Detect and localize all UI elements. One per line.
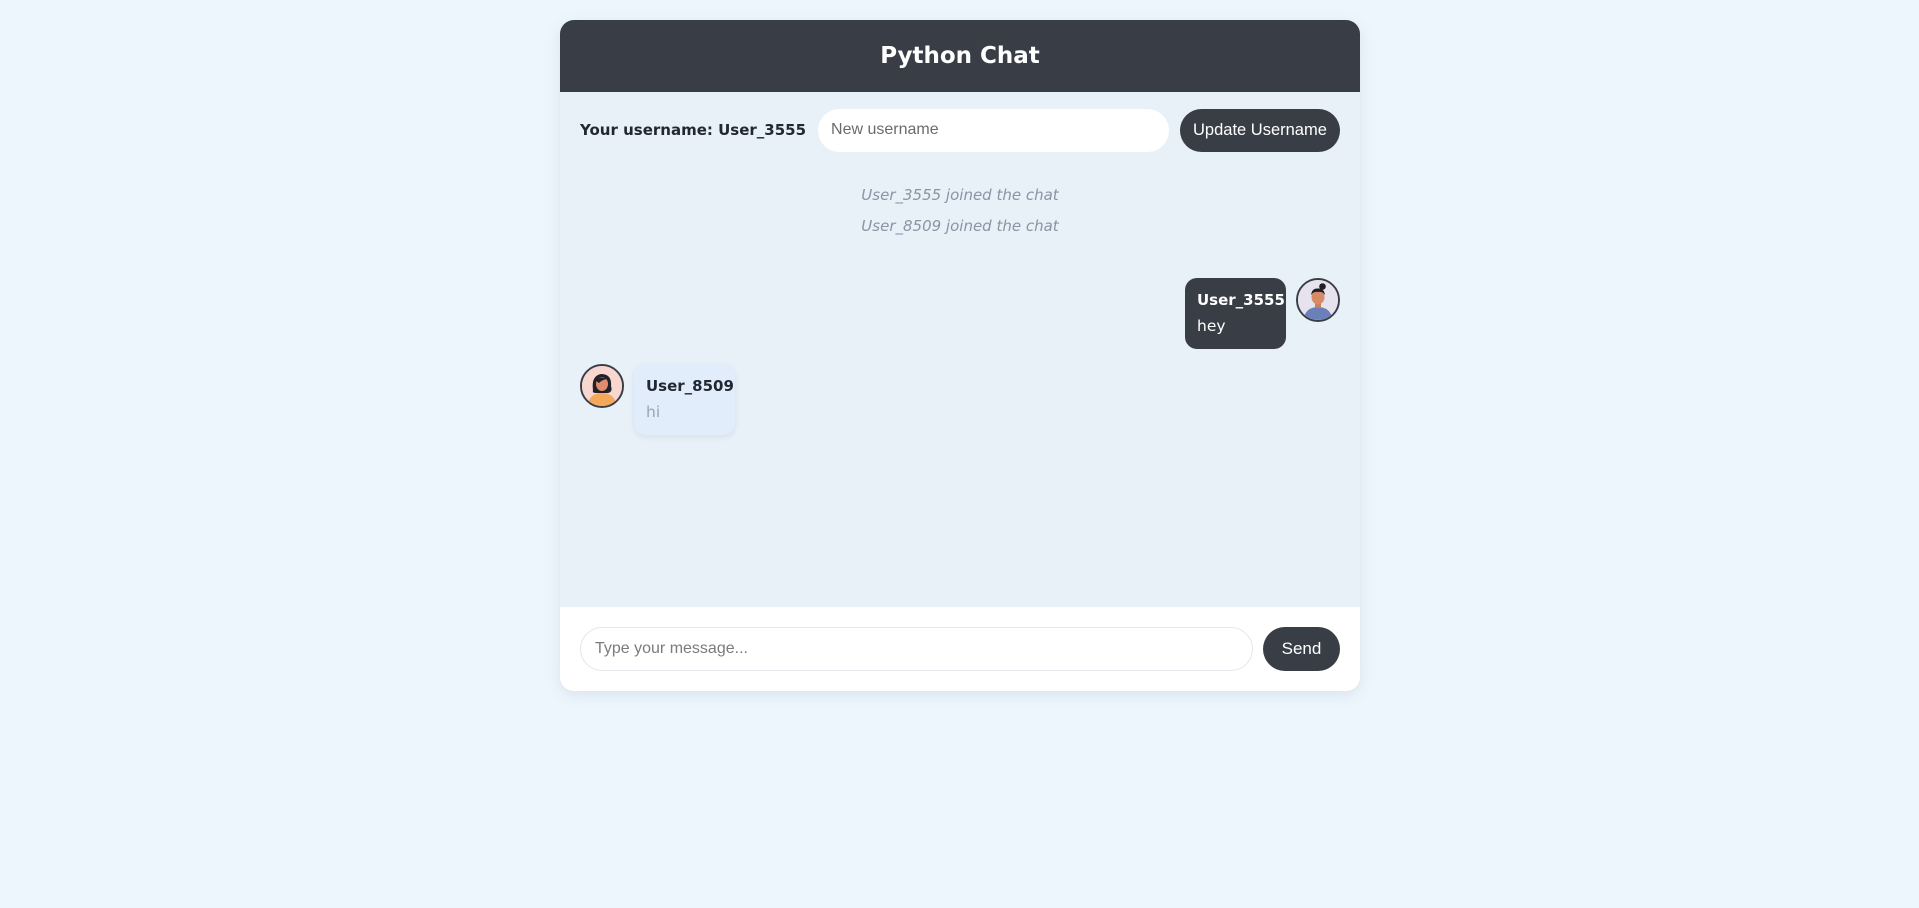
message-text: hi xyxy=(646,403,661,421)
message-input[interactable] xyxy=(580,627,1253,671)
system-message: User_8509 joined the chat xyxy=(861,217,1059,235)
new-username-input[interactable] xyxy=(818,108,1169,152)
woman-avatar-icon xyxy=(580,364,624,408)
username-bar: Your username: User_3555 Update Username xyxy=(560,92,1360,168)
message-list: User_3555 joined the chat User_8509 join… xyxy=(560,168,1360,627)
page-title: Python Chat xyxy=(880,43,1040,69)
man-avatar-icon xyxy=(1296,278,1340,322)
message-composer: Send xyxy=(560,607,1360,691)
message-username: User_3555 xyxy=(1197,291,1285,309)
chat-header: Python Chat xyxy=(560,20,1360,92)
current-username-label: Your username: User_3555 xyxy=(580,121,807,139)
message-username: User_8509 xyxy=(646,377,734,395)
incoming-message-bubble: User_8509 hi xyxy=(634,364,735,435)
system-message: User_3555 joined the chat xyxy=(861,186,1059,204)
send-button[interactable]: Send xyxy=(1263,627,1340,671)
message-text: hey xyxy=(1197,317,1226,335)
update-username-button[interactable]: Update Username xyxy=(1179,108,1340,152)
chat-window: Python Chat Your username: User_3555 Upd… xyxy=(560,20,1360,691)
outgoing-message-bubble: User_3555 hey xyxy=(1185,278,1286,349)
